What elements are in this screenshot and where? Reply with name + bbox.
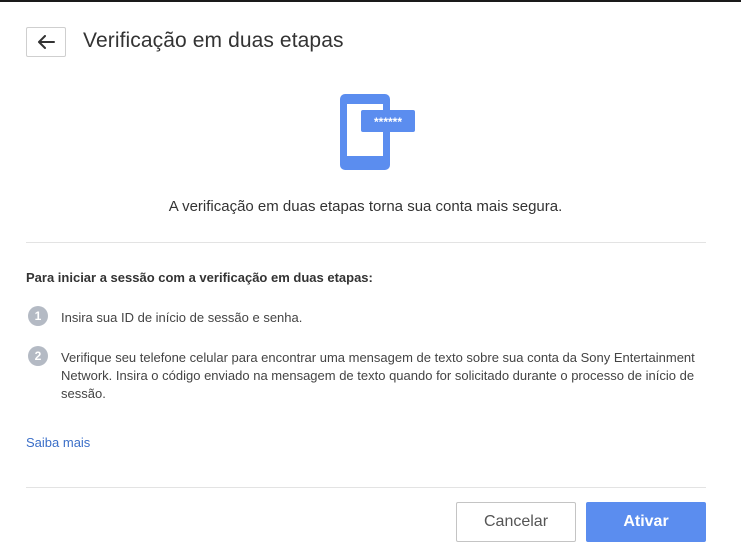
step-text: Insira sua ID de início de sessão e senh… xyxy=(61,310,303,325)
divider xyxy=(26,242,706,243)
password-mask: ****** xyxy=(374,115,402,129)
activate-button[interactable]: Ativar xyxy=(586,502,706,542)
learn-more-link[interactable]: Saiba mais xyxy=(26,435,90,450)
divider xyxy=(26,487,706,488)
intro-text: A verificação em duas etapas torna sua c… xyxy=(168,198,563,215)
back-button[interactable] xyxy=(26,27,66,57)
step-text: Verifique seu telefone celular para enco… xyxy=(61,350,695,401)
cancel-button[interactable]: Cancelar xyxy=(456,502,576,542)
arrow-left-icon xyxy=(38,35,55,49)
step-item: 1 Insira sua ID de início de sessão e se… xyxy=(28,306,708,327)
instructions-heading: Para iniciar a sessão com a verificação … xyxy=(26,270,373,285)
step-number-badge: 2 xyxy=(28,346,48,366)
window-top-border xyxy=(0,0,741,2)
page-title: Verificação em duas etapas xyxy=(83,29,344,52)
step-item: 2 Verifique seu telefone celular para en… xyxy=(28,346,708,403)
step-number-badge: 1 xyxy=(28,306,48,326)
phone-password-icon: ****** xyxy=(340,94,415,170)
